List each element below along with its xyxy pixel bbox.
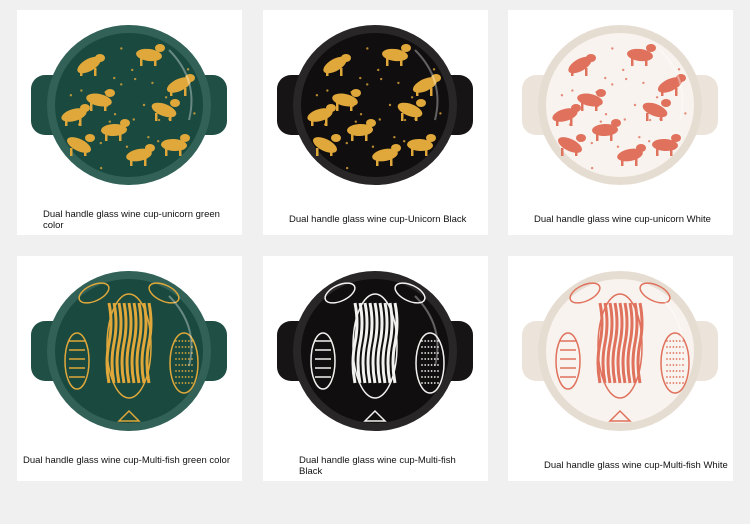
bowl-image: [31, 271, 227, 431]
bowl-image: [277, 25, 473, 185]
product-caption: Dual handle glass wine cup-Unicorn Black: [289, 214, 467, 225]
product-card-fish-white[interactable]: Dual handle glass wine cup-Multi-fish Wh…: [508, 256, 733, 481]
product-card-unicorn-white[interactable]: Dual handle glass wine cup-unicorn White: [508, 10, 733, 235]
bowl-image: [522, 25, 718, 185]
product-caption: Dual handle glass wine cup-unicorn green…: [43, 209, 220, 231]
product-caption: Dual handle glass wine cup-Multi-fish Wh…: [544, 460, 728, 471]
bowl-image: [522, 271, 718, 431]
bowl-image: [31, 25, 227, 185]
product-caption: Dual handle glass wine cup-Multi-fish gr…: [23, 455, 230, 466]
product-caption: Dual handle glass wine cup-unicorn White: [534, 214, 711, 225]
product-card-fish-black[interactable]: Dual handle glass wine cup-Multi-fish Bl…: [263, 256, 488, 481]
product-card-unicorn-black[interactable]: Dual handle glass wine cup-Unicorn Black: [263, 10, 488, 235]
product-card-fish-green[interactable]: Dual handle glass wine cup-Multi-fish gr…: [17, 256, 242, 481]
product-card-unicorn-green[interactable]: Dual handle glass wine cup-unicorn green…: [17, 10, 242, 235]
product-caption: Dual handle glass wine cup-Multi-fish Bl…: [299, 455, 456, 477]
bowl-image: [277, 271, 473, 431]
